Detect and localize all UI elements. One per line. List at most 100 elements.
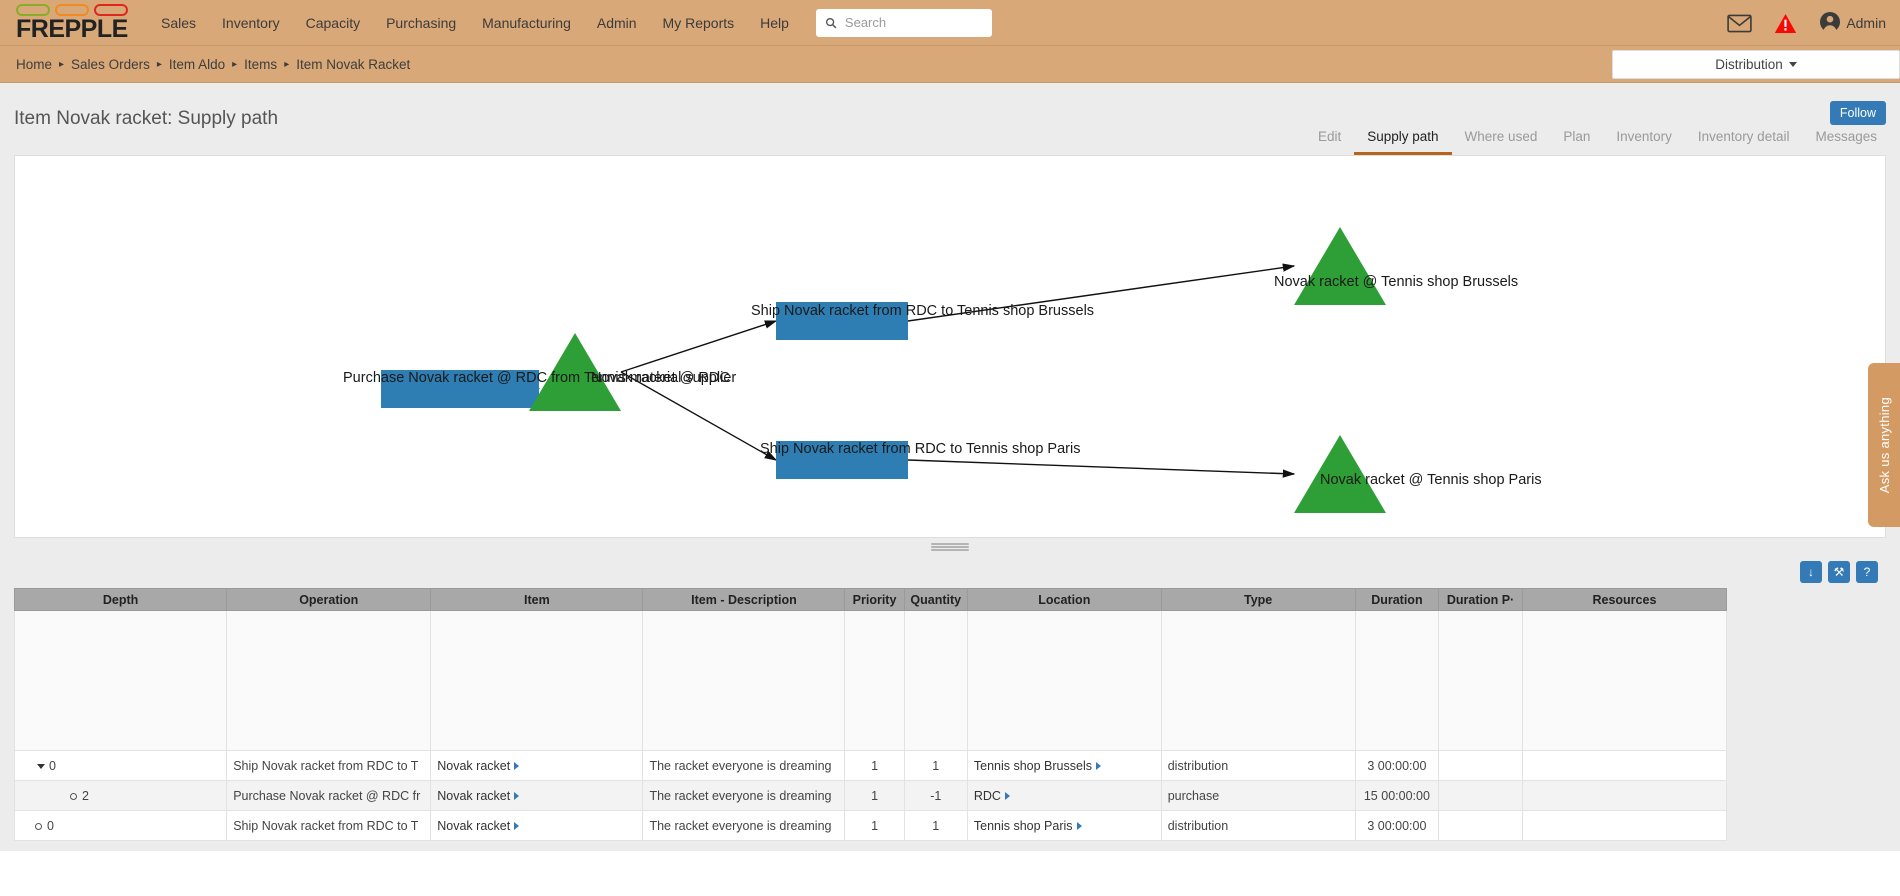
depth-value: 2 [82, 788, 89, 803]
nav-item-admin[interactable]: Admin [584, 0, 650, 46]
breadcrumb-item-items[interactable]: Items [244, 57, 277, 72]
help-icon[interactable]: ? [1856, 561, 1878, 583]
diagram-label-brussels-buffer: Novak racket @ Tennis shop Brussels [1274, 274, 1519, 290]
breadcrumb-item-item-novak-racket[interactable]: Item Novak Racket [296, 57, 410, 72]
cell-duration: 15 00:00:00 [1354, 780, 1440, 811]
filter-cell-priority[interactable] [844, 610, 905, 751]
filter-cell-item_description[interactable] [642, 610, 846, 751]
nav-item-my-reports[interactable]: My Reports [650, 0, 748, 46]
breadcrumb-item-item-aldo[interactable]: Item Aldo [169, 57, 225, 72]
column-header-type[interactable]: Type [1160, 588, 1356, 611]
item-link[interactable]: Novak racket [437, 819, 510, 833]
tab-messages[interactable]: Messages [1802, 123, 1890, 155]
frepple-logo[interactable]: FREPPLE [0, 4, 148, 42]
diagram-label-ship-paris-op: Ship Novak racket from RDC to Tennis sho… [760, 441, 1081, 457]
cell-duration_per [1438, 810, 1523, 841]
tab-inventory-detail[interactable]: Inventory detail [1685, 123, 1803, 155]
filter-cell-duration_per[interactable] [1438, 610, 1523, 751]
search-input[interactable] [842, 14, 983, 31]
ask-us-anything-tab[interactable]: Ask us anything [1868, 363, 1900, 527]
nav-item-capacity[interactable]: Capacity [293, 0, 373, 46]
cell-duration: 3 00:00:00 [1354, 750, 1440, 781]
table-row[interactable]: 0 Ship Novak racket from RDC to T Novak ra… [13, 810, 1728, 841]
location-link[interactable]: RDC [974, 789, 1001, 803]
nav-item-sales[interactable]: Sales [148, 0, 209, 46]
filter-cell-duration[interactable] [1354, 610, 1440, 751]
nav-item-help[interactable]: Help [747, 0, 802, 46]
item-link[interactable]: Novak racket [437, 789, 510, 803]
diagram-label-rdc-buffer: Novak racket @ RDC [591, 370, 730, 386]
cell-item[interactable]: Novak racket [430, 810, 644, 841]
cell-resources [1521, 780, 1728, 811]
drilldown-arrow-icon[interactable] [1096, 762, 1101, 771]
column-header-operation[interactable]: Operation [226, 588, 432, 611]
search-box[interactable] [815, 8, 992, 37]
cell-location[interactable]: Tennis shop Paris [966, 810, 1162, 841]
breadcrumb-item-sales-orders[interactable]: Sales Orders [71, 57, 150, 72]
nav-item-manufacturing[interactable]: Manufacturing [469, 0, 584, 46]
column-header-quantity[interactable]: Quantity [903, 588, 968, 611]
supply-path-graph[interactable]: Purchase Novak racket @ RDC from Tennis … [14, 155, 1886, 538]
top-navigation-bar: FREPPLE Sales Inventory Capacity Purchas… [0, 0, 1900, 46]
column-header-priority[interactable]: Priority [844, 588, 905, 611]
cell-operation: Ship Novak racket from RDC to T [226, 750, 432, 781]
drilldown-arrow-icon[interactable] [1076, 822, 1082, 831]
cell-item[interactable]: Novak racket [430, 780, 644, 811]
graph-resize-handle[interactable] [14, 538, 1886, 556]
nav-item-inventory[interactable]: Inventory [209, 0, 293, 46]
cell-item_description: The racket everyone is dreaming [642, 780, 846, 811]
scope-selector-dropdown[interactable]: Distribution [1612, 50, 1900, 79]
follow-button[interactable]: Follow [1829, 101, 1886, 125]
column-header-duration_per[interactable]: Duration P· [1438, 588, 1523, 611]
tab-supply-path[interactable]: Supply path [1354, 123, 1452, 155]
table-row[interactable]: 2 Purchase Novak racket @ RDC fr Novak rac… [13, 780, 1728, 811]
cell-operation: Ship Novak racket from RDC to T [226, 810, 432, 841]
drilldown-arrow-icon[interactable] [1004, 792, 1010, 801]
filter-cell-quantity[interactable] [903, 610, 968, 751]
nav-item-purchasing[interactable]: Purchasing [373, 0, 469, 46]
cell-operation: Purchase Novak racket @ RDC fr [226, 780, 432, 811]
cell-item_description: The racket everyone is dreaming [642, 810, 846, 841]
cell-depth: 0 [13, 750, 228, 781]
location-link[interactable]: Tennis shop Brussels [974, 759, 1092, 773]
column-header-item_description[interactable]: Item - Description [642, 588, 846, 611]
tab-where-used[interactable]: Where used [1452, 123, 1551, 155]
filter-cell-depth[interactable] [13, 610, 228, 751]
column-header-location[interactable]: Location [966, 588, 1162, 611]
drilldown-arrow-icon[interactable] [514, 792, 520, 801]
wrench-icon[interactable]: ⚒ [1828, 561, 1850, 583]
expand-toggle-icon[interactable] [37, 763, 45, 769]
column-header-duration[interactable]: Duration [1354, 588, 1440, 611]
column-header-resources[interactable]: Resources [1521, 588, 1728, 611]
filter-cell-resources[interactable] [1521, 610, 1728, 751]
table-filter-row[interactable] [13, 610, 1728, 751]
filter-cell-type[interactable] [1160, 610, 1356, 751]
diagram-node-brussels-buffer[interactable] [1294, 227, 1386, 305]
search-icon [825, 17, 837, 29]
warning-icon[interactable] [1774, 13, 1797, 34]
filter-cell-location[interactable] [966, 610, 1162, 751]
column-header-item[interactable]: Item [430, 588, 644, 611]
cell-duration_per [1438, 780, 1523, 811]
cell-type: purchase [1160, 780, 1356, 811]
download-icon[interactable]: ↓ [1800, 561, 1822, 583]
tab-plan[interactable]: Plan [1550, 123, 1603, 155]
cell-location[interactable]: Tennis shop Brussels [966, 750, 1162, 781]
tab-bar: Edit Supply path Where used Plan Invento… [1305, 123, 1890, 155]
cell-item[interactable]: Novak racket [430, 750, 644, 781]
drilldown-arrow-icon[interactable] [514, 762, 520, 771]
filter-cell-item[interactable] [430, 610, 644, 751]
tab-edit[interactable]: Edit [1305, 123, 1354, 155]
drilldown-arrow-icon[interactable] [514, 822, 520, 831]
table-row[interactable]: 0 Ship Novak racket from RDC to T Novak ra… [13, 750, 1728, 781]
column-header-depth[interactable]: Depth [13, 588, 228, 611]
item-link[interactable]: Novak racket [437, 759, 510, 773]
location-link[interactable]: Tennis shop Paris [974, 819, 1073, 833]
envelope-icon[interactable] [1727, 14, 1753, 33]
cell-location[interactable]: RDC [966, 780, 1162, 811]
tab-inventory[interactable]: Inventory [1603, 123, 1685, 155]
user-menu[interactable]: Admin [1819, 11, 1886, 36]
scope-selector-label: Distribution [1715, 57, 1783, 72]
filter-cell-operation[interactable] [226, 610, 432, 751]
breadcrumb-item-home[interactable]: Home [16, 57, 52, 72]
